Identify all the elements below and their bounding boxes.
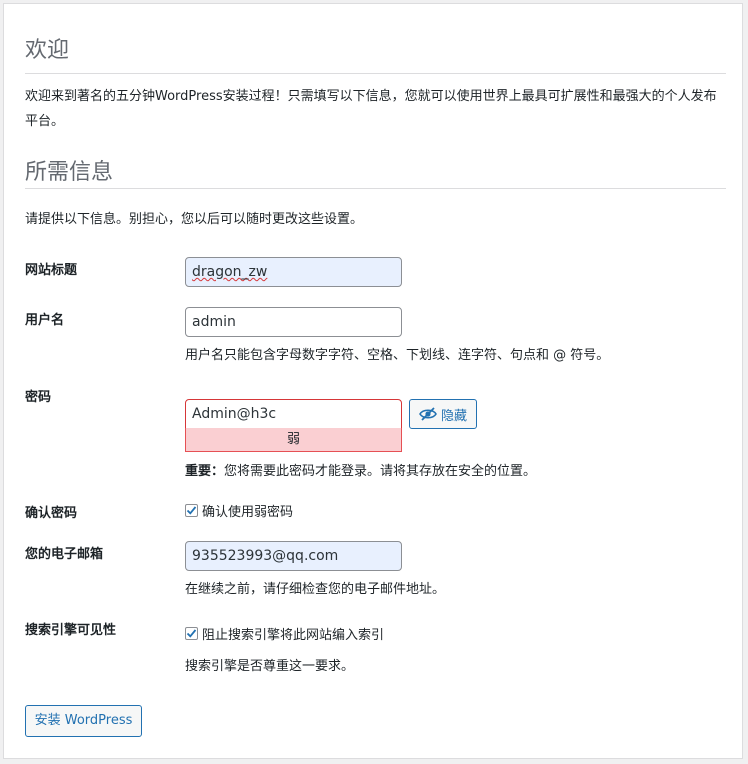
username-hint: 用户名只能包含字母数字字符、空格、下划线、连字符、句点和 @ 符号。 (185, 348, 610, 363)
search-visibility-hint: 搜索引擎是否尊重这一要求。 (185, 659, 355, 674)
site-title-value: dragon_zw (192, 264, 268, 280)
confirm-weak-password-checkbox[interactable] (185, 504, 198, 517)
setup-card: 欢迎 欢迎来到著名的五分钟WordPress安装过程！只需填写以下信息，您就可以… (3, 3, 743, 759)
discourage-search-label[interactable]: 阻止搜索引擎将此网站编入索引 (202, 624, 384, 643)
checkmark-icon (186, 506, 197, 515)
site-title-label: 网站标题 (25, 263, 78, 278)
install-wordpress-button[interactable]: 安装 WordPress (25, 705, 142, 737)
password-strength-meter: 弱 (185, 428, 402, 452)
discourage-search-checkbox[interactable] (185, 627, 198, 640)
welcome-intro: 欢迎来到著名的五分钟WordPress安装过程！只需填写以下信息，您就可以使用世… (25, 89, 717, 129)
confirm-password-label: 确认密码 (25, 506, 78, 521)
search-visibility-label: 搜索引擎可见性 (25, 623, 117, 638)
email-value: 935523993@qq.com (192, 548, 339, 564)
password-label: 密码 (25, 390, 52, 405)
username-input[interactable]: admin (185, 307, 402, 337)
required-info-intro: 请提供以下信息。别担心，您以后可以随时更改这些设置。 (25, 212, 364, 227)
confirm-weak-password-label[interactable]: 确认使用弱密码 (202, 501, 293, 520)
eye-slash-icon (419, 407, 437, 421)
checkmark-icon (186, 629, 197, 638)
divider (25, 188, 726, 189)
welcome-heading: 欢迎 (25, 38, 70, 63)
discourage-search-row: 阻止搜索引擎将此网站编入索引 (185, 624, 384, 643)
email-hint: 在继续之前，请仔细检查您的电子邮件地址。 (185, 582, 446, 597)
password-hint: 重要：您将需要此密码才能登录。请将其存放在安全的位置。 (185, 460, 536, 479)
password-value: Admin@h3c (192, 406, 277, 422)
username-value: admin (192, 314, 236, 330)
confirm-weak-password-row: 确认使用弱密码 (185, 501, 293, 520)
email-label: 您的电子邮箱 (25, 547, 104, 562)
site-title-input[interactable]: dragon_zw (185, 257, 402, 287)
username-label: 用户名 (25, 313, 65, 328)
required-info-heading: 所需信息 (25, 160, 114, 185)
hide-password-button[interactable]: 隐藏 (409, 399, 477, 429)
password-hint-strong: 重要： (185, 464, 225, 479)
email-input[interactable]: 935523993@qq.com (185, 541, 402, 571)
hide-button-label: 隐藏 (440, 408, 467, 424)
password-input[interactable]: Admin@h3c (185, 399, 402, 429)
divider (25, 73, 726, 74)
password-hint-text: 您将需要此密码才能登录。请将其存放在安全的位置。 (224, 464, 537, 479)
